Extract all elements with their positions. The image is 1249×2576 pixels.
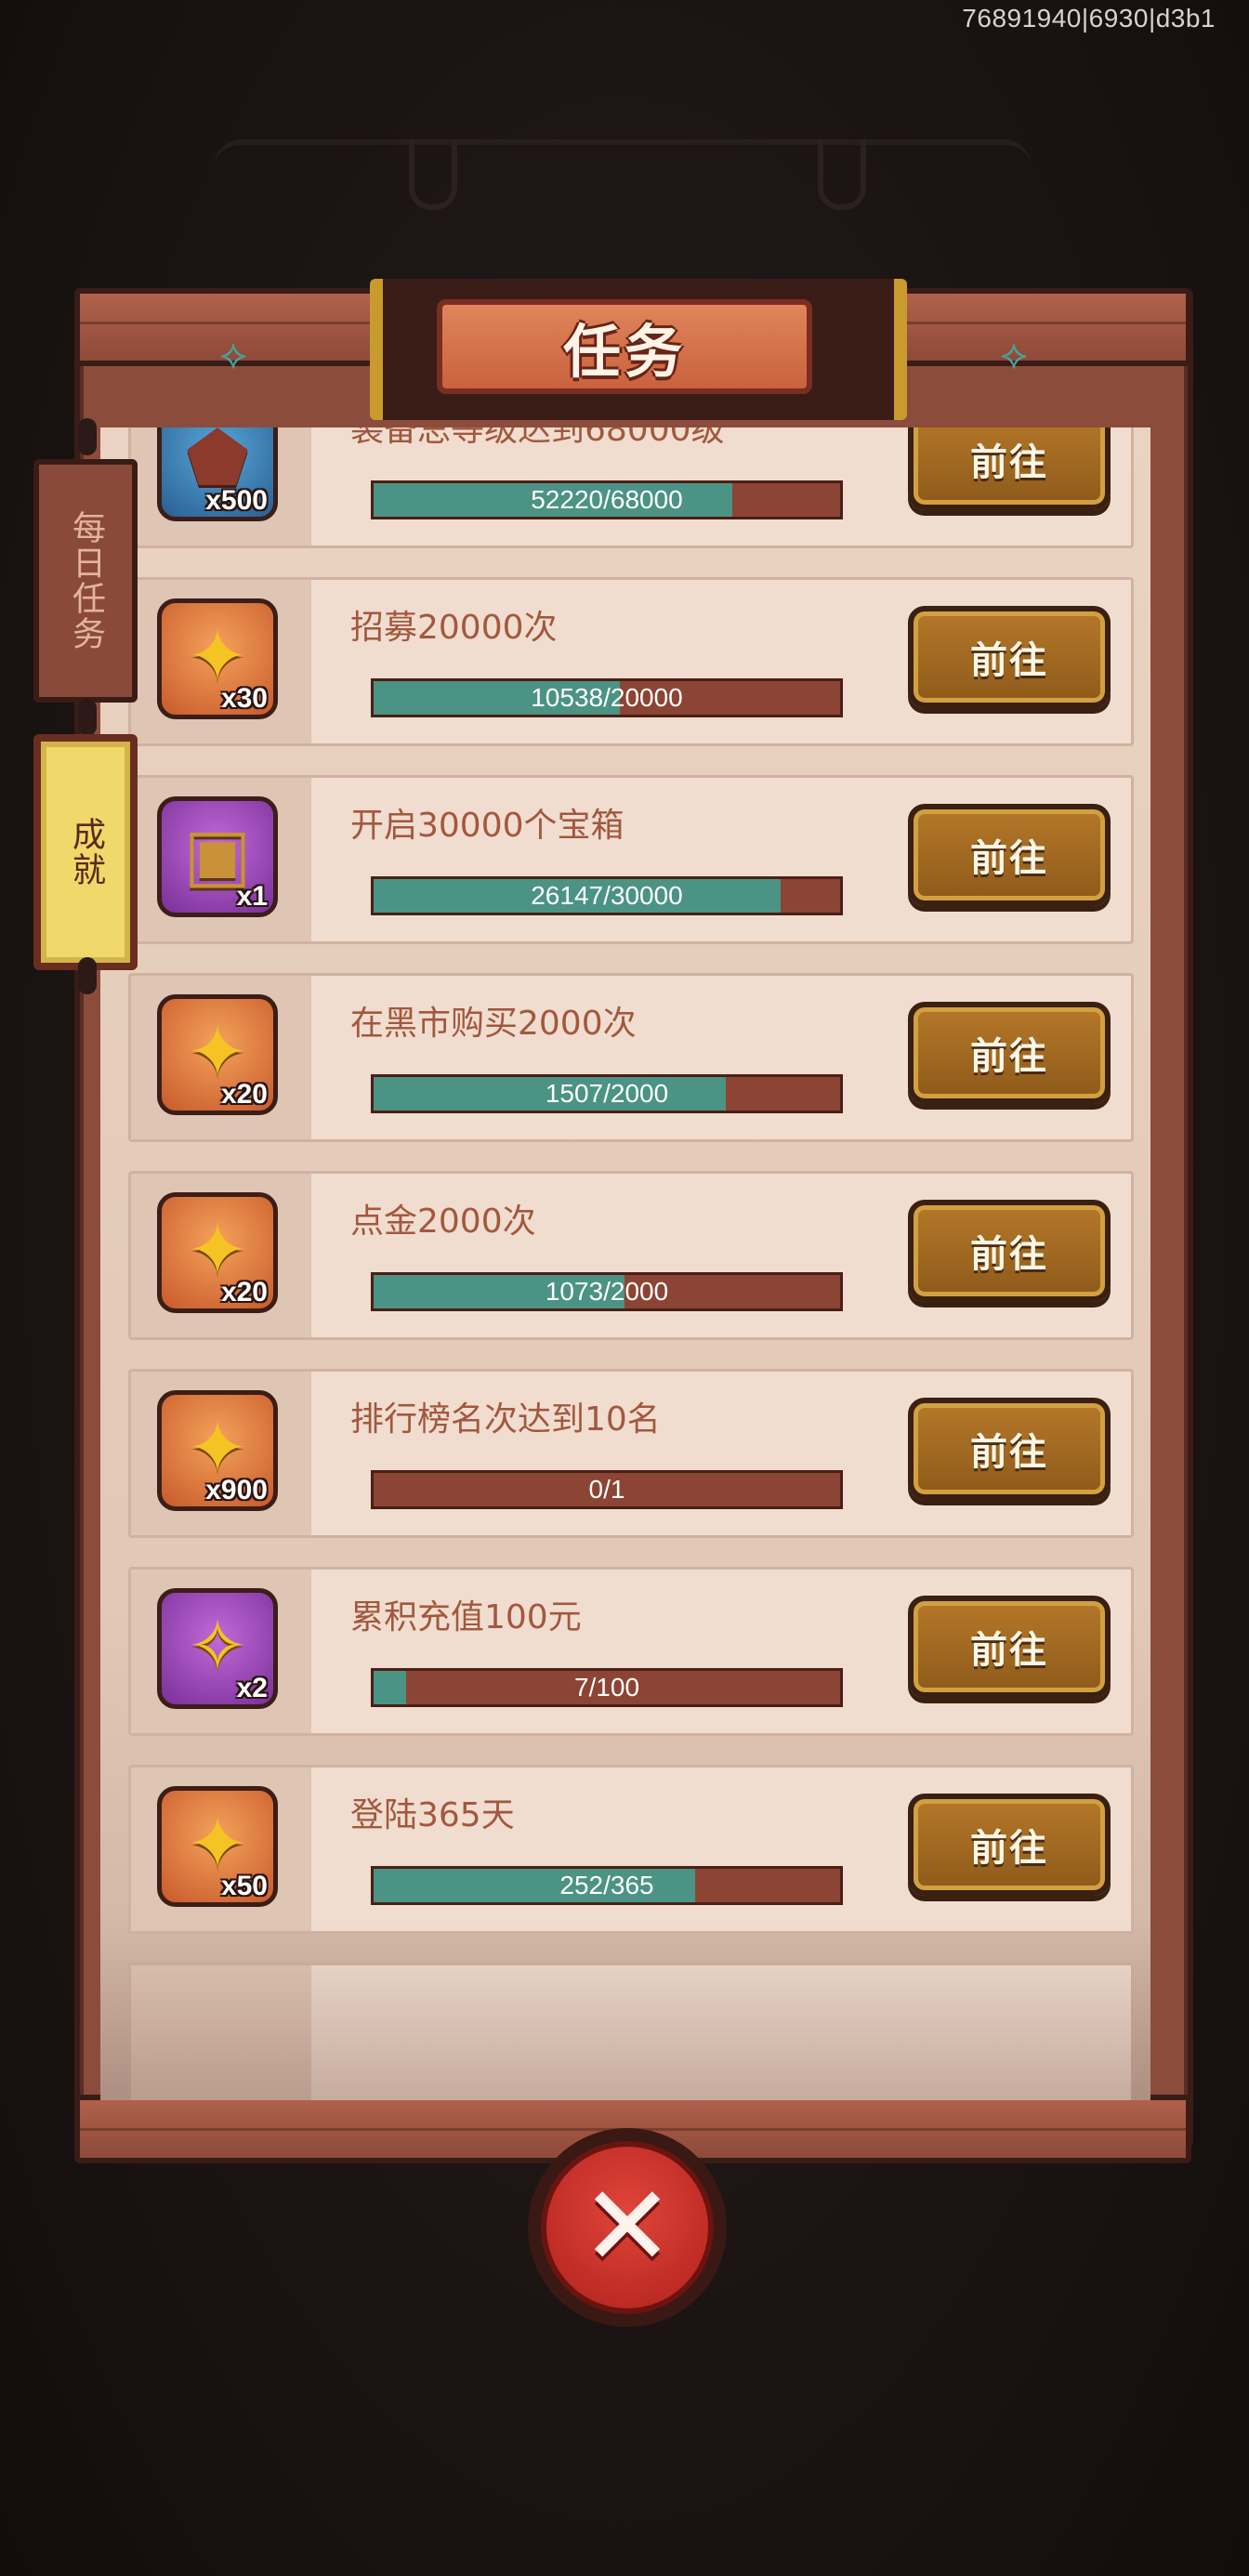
reward-cell	[131, 1965, 311, 2100]
progress-text: 7/100	[573, 1673, 640, 1702]
reward-item[interactable]: ✦ x30	[157, 598, 278, 719]
reward-quantity: x50	[220, 1871, 268, 1901]
progress-text: 252/365	[559, 1871, 654, 1899]
task-name: 开启30000个宝箱	[350, 807, 624, 845]
task-row	[128, 1963, 1134, 2100]
tab-daily-tasks[interactable]: 每日任务	[33, 459, 138, 703]
task-list[interactable]: ⬟ x500 装备总等级达到68000级 52220/68000 前往 ✦ x30 招募200…	[100, 427, 1150, 2100]
reward-cell: ⬟ x500	[131, 427, 311, 545]
progress-bar: 252/365	[371, 1866, 843, 1905]
reward-cell: ✦ x30	[131, 580, 311, 743]
reward-quantity: x1	[236, 881, 268, 912]
task-name: 点金2000次	[350, 1203, 536, 1241]
close-button[interactable]: ✕	[528, 2128, 727, 2327]
go-button[interactable]: 前往	[908, 606, 1111, 708]
progress-bar: 1073/2000	[371, 1272, 843, 1311]
tab-achievements[interactable]: 成就	[33, 734, 138, 970]
progress-bar: 52220/68000	[371, 480, 843, 519]
tab-knob	[78, 418, 97, 455]
go-button[interactable]: 前往	[908, 427, 1111, 510]
progress-bar: 10538/20000	[371, 678, 843, 717]
task-name: 排行榜名次达到10名	[350, 1400, 661, 1439]
reward-item[interactable]: ✦ x20	[157, 1192, 278, 1313]
reward-quantity: x900	[205, 1475, 268, 1505]
reward-item[interactable]: ✦ x20	[157, 994, 278, 1115]
task-row: ✦ x30 招募20000次 10538/20000 前往	[128, 577, 1134, 746]
go-button[interactable]: 前往	[908, 1596, 1111, 1698]
title-banner: 任务	[437, 299, 812, 394]
reward-cell: ✧ x2	[131, 1570, 311, 1733]
reward-cell: ✦ x50	[131, 1768, 311, 1931]
fish-emblem-icon: ⟡	[1000, 331, 1028, 378]
close-button-face: ✕	[541, 2141, 714, 2314]
reward-quantity: x2	[236, 1673, 268, 1703]
go-button[interactable]: 前往	[908, 1200, 1111, 1302]
task-name: 在黑市购买2000次	[350, 1005, 637, 1043]
tab-knob	[78, 699, 97, 736]
task-row: ▣ x1 开启30000个宝箱 26147/30000 前往	[128, 775, 1134, 944]
page-title: 任务	[562, 318, 686, 386]
progress-text: 0/1	[588, 1475, 625, 1504]
reward-item[interactable]: ⬟ x500	[157, 427, 278, 521]
fish-emblem-icon: ⟡	[219, 331, 247, 378]
progress-text: 26147/30000	[531, 881, 683, 910]
task-row: ✧ x2 累积充值100元 7/100 前往	[128, 1567, 1134, 1736]
task-name: 累积充值100元	[350, 1598, 582, 1636]
build-id-text: 76891940|6930|d3b1	[962, 4, 1216, 33]
reward-cell: ✦ x20	[131, 1174, 311, 1337]
progress-text: 1073/2000	[545, 1277, 669, 1306]
reward-quantity: x500	[205, 485, 268, 516]
background-hook	[409, 139, 457, 210]
tab-knob	[78, 957, 97, 994]
progress-bar: 0/1	[371, 1470, 843, 1509]
progress-bar: 1507/2000	[371, 1074, 843, 1113]
progress-text: 10538/20000	[531, 683, 683, 712]
progress-bar: 7/100	[371, 1668, 843, 1707]
progress-text: 52220/68000	[531, 485, 683, 514]
reward-quantity: x20	[220, 1277, 268, 1308]
task-row: ⬟ x500 装备总等级达到68000级 52220/68000 前往	[128, 427, 1134, 548]
go-button[interactable]: 前往	[908, 1002, 1111, 1104]
reward-item[interactable]: ✦ x50	[157, 1786, 278, 1907]
reward-quantity: x30	[220, 683, 268, 714]
reward-item[interactable]: ▣ x1	[157, 796, 278, 917]
progress-bar: 26147/30000	[371, 876, 843, 915]
progress-text: 1507/2000	[545, 1079, 669, 1108]
reward-cell: ✦ x900	[131, 1372, 311, 1535]
reward-cell: ▣ x1	[131, 778, 311, 941]
reward-item[interactable]: ✧ x2	[157, 1588, 278, 1709]
reward-cell: ✦ x20	[131, 976, 311, 1139]
go-button[interactable]: 前往	[908, 1794, 1111, 1896]
go-button[interactable]: 前往	[908, 804, 1111, 906]
task-row: ✦ x20 点金2000次 1073/2000 前往	[128, 1171, 1134, 1340]
task-name: 招募20000次	[350, 609, 558, 647]
task-row: ✦ x20 在黑市购买2000次 1507/2000 前往	[128, 973, 1134, 1142]
background-hook	[818, 139, 866, 210]
task-name: 登陆365天	[350, 1796, 515, 1834]
reward-quantity: x20	[220, 1079, 268, 1110]
background-rope	[214, 139, 1032, 238]
task-name: 装备总等级达到68000级	[350, 427, 725, 449]
reward-item[interactable]: ✦ x900	[157, 1390, 278, 1511]
close-icon: ✕	[580, 2162, 675, 2292]
go-button[interactable]: 前往	[908, 1398, 1111, 1500]
task-row: ✦ x50 登陆365天 252/365 前往	[128, 1765, 1134, 1934]
task-row: ✦ x900 排行榜名次达到10名 0/1 前往	[128, 1369, 1134, 1538]
